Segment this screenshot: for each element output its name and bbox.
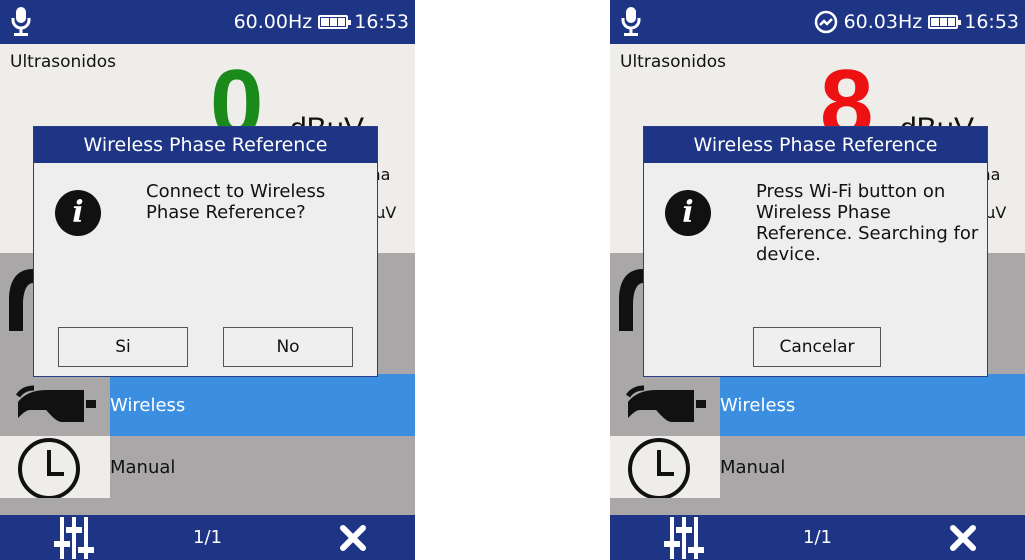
microphone-icon	[621, 7, 641, 36]
info-icon: i	[55, 190, 101, 236]
mode-title: Ultrasonidos	[620, 52, 727, 72]
close-icon[interactable]	[950, 525, 976, 551]
sensor-icon	[619, 269, 643, 331]
wireless-option-icon-cell[interactable]	[610, 374, 720, 436]
info-icon: i	[665, 190, 711, 236]
close-icon[interactable]	[340, 525, 366, 551]
clock: 16:53	[354, 11, 409, 33]
connect-dialog: Wireless Phase Reference i Connect to Wi…	[33, 126, 378, 377]
dialog-title: Wireless Phase Reference	[644, 127, 987, 163]
status-bar: 60.00Hz 16:53	[0, 0, 415, 44]
wireless-option[interactable]: Wireless	[720, 374, 1025, 436]
battery-icon	[928, 15, 962, 29]
wireless-link-icon	[814, 10, 837, 34]
wireless-probe-icon	[625, 385, 706, 422]
dialog-message: Press Wi-Fi button on Wireless Phase Ref…	[756, 181, 979, 265]
clock-icon	[18, 438, 80, 498]
yes-button[interactable]: Si	[58, 327, 188, 367]
frequency-readout: 60.03Hz	[843, 11, 923, 33]
device-screen-left: 60.00Hz 16:53 Ultrasonidos 0 dBμV ma 3μV…	[0, 0, 415, 560]
dialog-message: Connect to Wireless Phase Reference?	[146, 181, 326, 223]
manual-option-icon-cell[interactable]	[610, 436, 720, 498]
mode-title: Ultrasonidos	[10, 52, 117, 72]
sensor-icon	[9, 269, 33, 331]
wireless-probe-icon	[15, 385, 96, 422]
manual-option[interactable]: Manual	[720, 436, 1025, 498]
device-screen-right: 60.03Hz 16:53 Ultrasonidos 8 dBμV ma 3μV…	[610, 0, 1025, 560]
bottom-bar: 1/1	[610, 515, 1025, 560]
status-bar: 60.03Hz 16:53	[610, 0, 1025, 44]
cancel-button[interactable]: Cancelar	[753, 327, 881, 367]
wireless-option[interactable]: Wireless	[110, 374, 415, 436]
microphone-icon	[11, 7, 31, 36]
no-button[interactable]: No	[223, 327, 353, 367]
manual-option[interactable]: Manual	[110, 436, 415, 498]
clock-icon	[628, 438, 690, 498]
wireless-option-icon-cell[interactable]	[0, 374, 110, 436]
manual-option-icon-cell[interactable]	[0, 436, 110, 498]
clock: 16:53	[964, 11, 1019, 33]
frequency-readout: 60.00Hz	[233, 11, 313, 33]
dialog-title: Wireless Phase Reference	[34, 127, 377, 163]
searching-dialog: Wireless Phase Reference i Press Wi-Fi b…	[643, 126, 988, 377]
battery-icon	[318, 15, 352, 29]
bottom-bar: 1/1	[0, 515, 415, 560]
